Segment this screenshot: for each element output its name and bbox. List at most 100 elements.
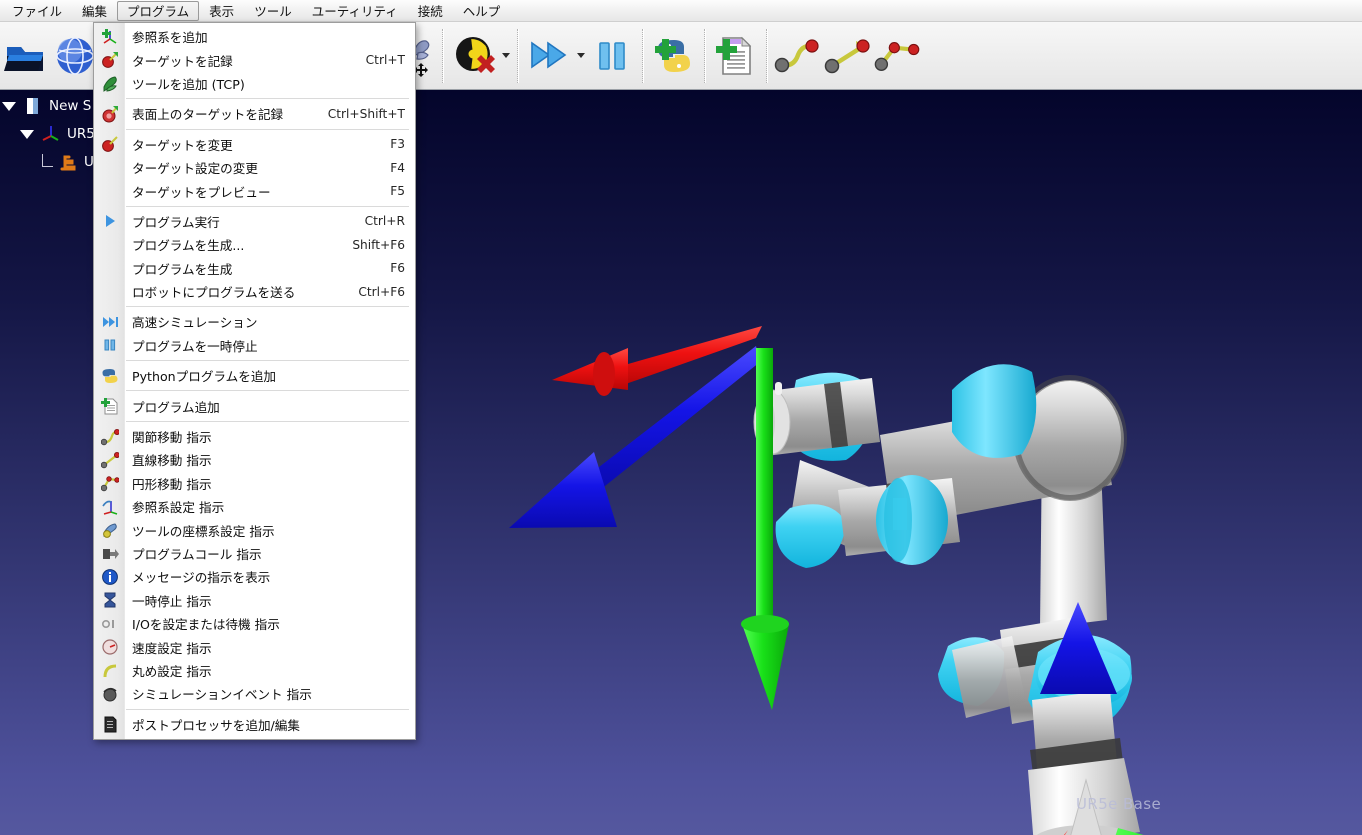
menu-add-program-label: プログラム追加 [132,399,220,415]
tcp-coordinate-frame [509,326,789,710]
menu-run-program-shortcut: Ctrl+R [364,214,405,229]
menu-generate-program-dialog-shortcut: Shift+F6 [352,237,405,252]
collision-check-button[interactable] [449,28,499,84]
menu-move-joint-instruction-label: 関節移動 指示 [132,430,212,446]
menu-icon-none [96,258,124,278]
menu-bar[interactable]: ファイル 編集 プログラム 表示 ツール ユーティリティ 接続 ヘルプ [0,0,1362,22]
toolbar-separator [642,28,644,83]
tree-item-robot-label: UR5 [67,126,95,142]
menu-generate-program[interactable]: プログラムを生成 F6 [94,257,415,280]
menubar-item-edit[interactable]: 編集 [72,1,117,21]
toolbar-group-simulation [524,22,637,89]
menu-record-target[interactable]: ターゲットを記録 Ctrl+T [94,48,415,71]
menu-send-program-to-robot[interactable]: ロボットにプログラムを送る Ctrl+F6 [94,280,415,303]
menu-move-circular-instruction[interactable]: 円形移動 指示 [94,472,415,495]
tree-item-station-label: New S [49,98,92,114]
menu-preview-target[interactable]: ターゲットをプレビュー F5 [94,179,415,202]
menu-move-linear-instruction[interactable]: 直線移動 指示 [94,448,415,471]
menu-separator [126,205,409,207]
menu-separator [126,360,409,362]
modify-target-icon [96,134,124,154]
menu-set-tool-frame-instruction[interactable]: ツールの座標系設定 指示 [94,518,415,541]
menu-generate-program-dialog[interactable]: プログラムを生成... Shift+F6 [94,233,415,256]
move-circular-instruction-button[interactable] [873,28,923,84]
info-icon [96,567,124,587]
menu-program-call-instruction[interactable]: プログラムコール 指示 [94,542,415,565]
move-linear-instruction-button[interactable] [823,28,873,84]
menu-separator [126,390,409,392]
menu-pause-instruction-label: 一時停止 指示 [132,593,212,609]
record-target-icon [96,50,124,70]
menu-set-or-wait-io-instruction[interactable]: I/Oを設定または待機 指示 [94,612,415,635]
menu-set-tool-frame-instruction-label: ツールの座標系設定 指示 [132,523,275,539]
menu-record-surface-target-label: 表面上のターゲットを記録 [132,107,284,123]
robodk-window: UR5e Base New S UR5 U ファイル 編集 プログラム 表示 ツ… [0,0,1362,835]
menu-pause-program[interactable]: プログラムを一時停止 [94,334,415,357]
toolbar-separator [442,28,444,83]
simulation-event-icon [96,684,124,704]
add-program-button[interactable] [711,28,761,84]
menu-add-edit-post-processor[interactable]: ポストプロセッサを追加/編集 [94,713,415,736]
menu-modify-target-settings[interactable]: ターゲット設定の変更 F4 [94,156,415,179]
menu-send-program-to-robot-shortcut: Ctrl+F6 [358,284,405,299]
menu-set-reference-frame-instruction[interactable]: 参照系設定 指示 [94,495,415,518]
menubar-item-connect[interactable]: 接続 [408,1,453,21]
menubar-item-program[interactable]: プログラム [117,0,200,21]
robot-model[interactable] [753,364,1140,835]
collision-dropdown[interactable] [499,28,512,84]
menubar-item-file[interactable]: ファイル [2,1,72,21]
menu-simulation-event-instruction[interactable]: シミュレーションイベント 指示 [94,682,415,705]
menubar-item-help[interactable]: ヘルプ [453,1,511,21]
menu-record-surface-target-shortcut: Ctrl+Shift+T [327,106,405,121]
fast-simulation-icon [96,312,124,332]
pause-simulation-button[interactable] [587,28,637,84]
menu-add-reference-frame[interactable]: 参照系を追加 [94,25,415,48]
add-program-icon [96,396,124,416]
document-add-icon [716,36,752,75]
fast-forward-icon [531,40,567,69]
add-tool-icon [96,73,124,93]
toolbar-separator [704,28,706,83]
menu-set-speed-instruction[interactable]: 速度設定 指示 [94,635,415,658]
menu-record-surface-target[interactable]: 表面上のターゲットを記録 Ctrl+Shift+T [94,102,415,125]
rounding-icon [96,660,124,680]
program-dropdown-menu[interactable]: 参照系を追加 ターゲットを記録 Ctrl+T ツールを追加 (TCP) 表面上のターゲッ… [93,22,416,740]
menu-modify-target[interactable]: ターゲットを変更 F3 [94,133,415,156]
menu-preview-target-label: ターゲットをプレビュー [132,184,271,200]
move-joint-instruction-button[interactable] [773,28,823,84]
menu-run-program[interactable]: プログラム実行 Ctrl+R [94,210,415,233]
menu-separator [126,708,409,710]
menu-show-message-instruction[interactable]: メッセージの指示を表示 [94,565,415,588]
move-circular-icon [96,473,124,493]
menu-add-python-program[interactable]: Pythonプログラムを追加 [94,364,415,387]
menubar-item-utilities[interactable]: ユーティリティ [302,1,408,21]
menu-icon-none [96,158,124,178]
hourglass-icon [96,590,124,610]
chevron-down-icon[interactable] [2,101,16,111]
open-station-button[interactable] [0,28,50,84]
menubar-item-view[interactable]: 表示 [199,1,244,21]
menu-generate-program-dialog-label: プログラムを生成... [132,238,245,254]
chevron-down-icon[interactable] [20,129,34,139]
python-icon [96,366,124,386]
menu-pause-instruction[interactable]: 一時停止 指示 [94,589,415,612]
menu-fast-simulation[interactable]: 高速シミュレーション [94,310,415,333]
menu-set-speed-instruction-label: 速度設定 指示 [132,640,212,656]
menu-run-program-label: プログラム実行 [132,214,220,230]
menu-move-joint-instruction[interactable]: 関節移動 指示 [94,425,415,448]
menu-icon-none [96,235,124,255]
pause-icon [599,41,625,70]
simulation-speed-dropdown[interactable] [574,28,587,84]
add-python-program-button[interactable] [649,28,699,84]
menu-add-tool-tcp[interactable]: ツールを追加 (TCP) [94,72,415,95]
python-add-icon [655,38,690,72]
menu-show-message-instruction-label: メッセージの指示を表示 [132,570,271,586]
fast-simulation-button[interactable] [524,28,574,84]
menubar-item-tools[interactable]: ツール [244,1,302,21]
menu-icon-none [96,181,124,201]
menu-preview-target-shortcut: F5 [390,184,405,199]
menu-icon-none [96,282,124,302]
set-tool-frame-icon [96,520,124,540]
menu-set-rounding-instruction[interactable]: 丸め設定 指示 [94,659,415,682]
menu-add-program[interactable]: プログラム追加 [94,394,415,417]
